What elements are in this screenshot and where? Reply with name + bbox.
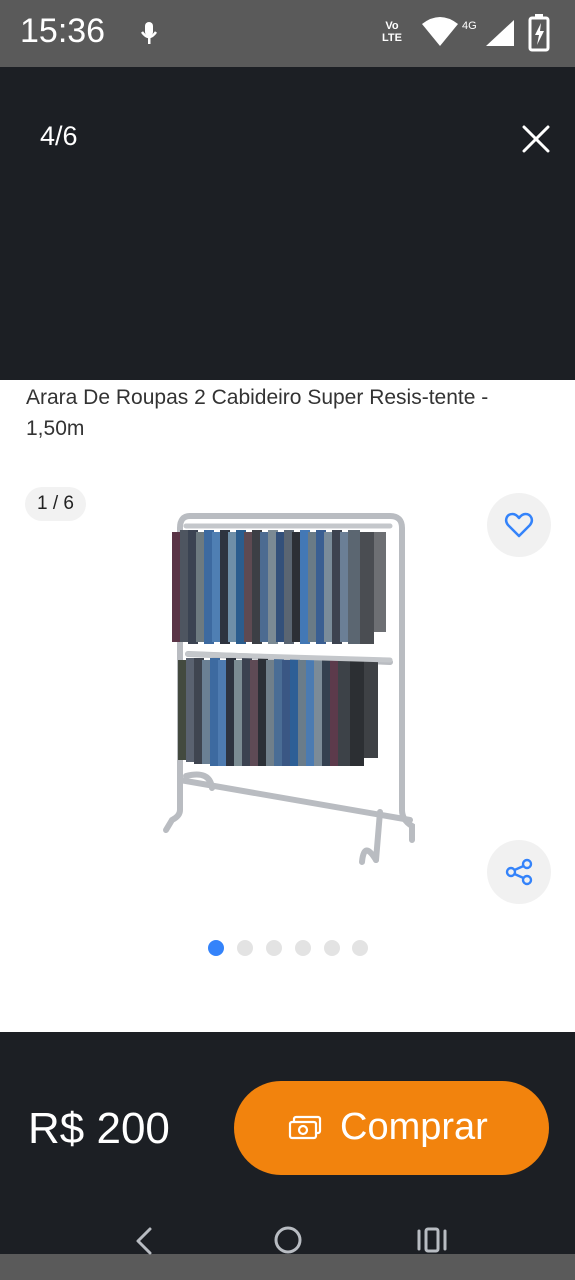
mic-icon (140, 20, 158, 51)
image-viewer-header: 4/6 (0, 67, 575, 380)
product-image[interactable] (150, 510, 430, 890)
volte-bottom: LTE (382, 32, 402, 44)
back-icon[interactable] (132, 1226, 156, 1256)
home-icon[interactable] (272, 1224, 304, 1256)
heart-icon (504, 512, 534, 538)
pagination-dot-4[interactable] (295, 940, 311, 956)
status-bar: 15:36 Vo LTE 4G (0, 0, 575, 67)
signal-icon (484, 18, 516, 53)
price: R$ 200 (28, 1104, 170, 1153)
buy-button-label: Comprar (340, 1106, 488, 1148)
volte-top: Vo (385, 20, 399, 32)
wifi-icon (420, 16, 460, 51)
pagination-dot-6[interactable] (352, 940, 368, 956)
share-icon (505, 858, 533, 886)
pagination-dot-3[interactable] (266, 940, 282, 956)
purchase-bar: R$ 200 Comprar (0, 1032, 575, 1222)
pagination-dot-5[interactable] (324, 940, 340, 956)
recents-icon[interactable] (416, 1226, 448, 1256)
network-type: 4G (462, 20, 477, 32)
image-counter: 4/6 (40, 121, 78, 151)
status-time: 15:36 (20, 12, 106, 50)
battery-icon (528, 14, 550, 57)
system-nav-bar (0, 1222, 575, 1280)
image-position-badge: 1 / 6 (25, 487, 86, 521)
pagination-dot-1[interactable] (208, 940, 224, 956)
cash-icon (288, 1115, 322, 1140)
nav-bar-strip (0, 1254, 575, 1280)
buy-button[interactable]: Comprar (234, 1081, 549, 1175)
favorite-button[interactable] (487, 493, 551, 557)
product-title: Arara De Roupas 2 Cabideiro Super Resis-… (26, 386, 489, 440)
pagination-dot-2[interactable] (237, 940, 253, 956)
volte-icon: Vo LTE (382, 20, 402, 44)
close-button[interactable] (516, 119, 556, 159)
product-card: Arara De Roupas 2 Cabideiro Super Resis-… (0, 380, 575, 1032)
close-icon (522, 125, 550, 153)
share-button[interactable] (487, 840, 551, 904)
